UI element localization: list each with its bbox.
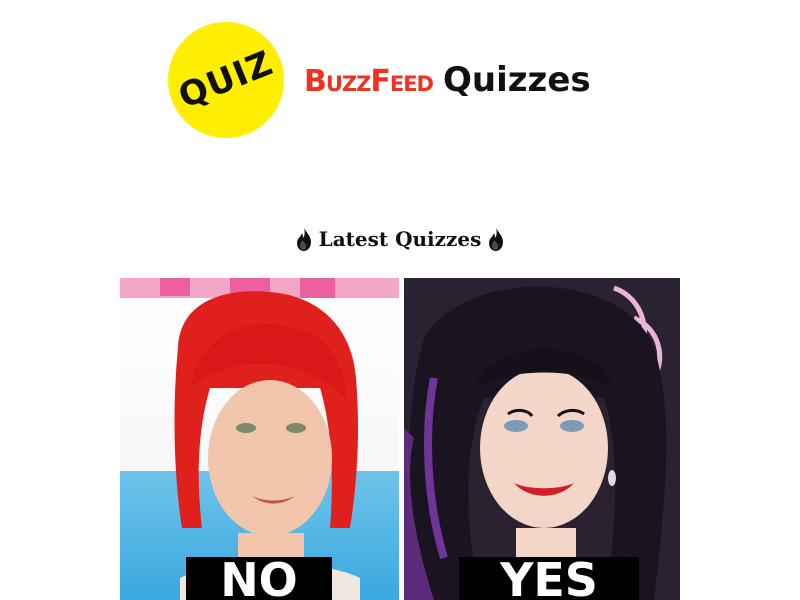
quiz-badge-logo[interactable]: QUIZ [168, 22, 284, 138]
quiz-image-right: YES [404, 278, 680, 600]
flame-icon [489, 227, 504, 251]
flame-icon [296, 227, 311, 251]
section-title: Latest Quizzes [318, 227, 482, 251]
brand-suffix: Quizzes [443, 60, 591, 100]
portrait-red-hair-image [120, 278, 399, 600]
page: QUIZ BuzzFeed Quizzes Latest Quizzes NO … [0, 0, 800, 600]
yes-label: YES [459, 557, 639, 600]
portrait-dark-hair-image [404, 278, 680, 600]
quiz-image-left: NO [120, 278, 399, 600]
brand-logo[interactable]: BuzzFeed Quizzes [304, 60, 591, 100]
quiz-card-thumbnail[interactable]: NO YES [120, 278, 680, 600]
quiz-badge-text: QUIZ [173, 43, 279, 117]
no-label: NO [186, 557, 332, 600]
latest-quizzes-heading: Latest Quizzes [0, 226, 800, 252]
brand-name: BuzzFeed [304, 64, 434, 99]
site-header[interactable]: QUIZ BuzzFeed Quizzes [168, 22, 591, 138]
